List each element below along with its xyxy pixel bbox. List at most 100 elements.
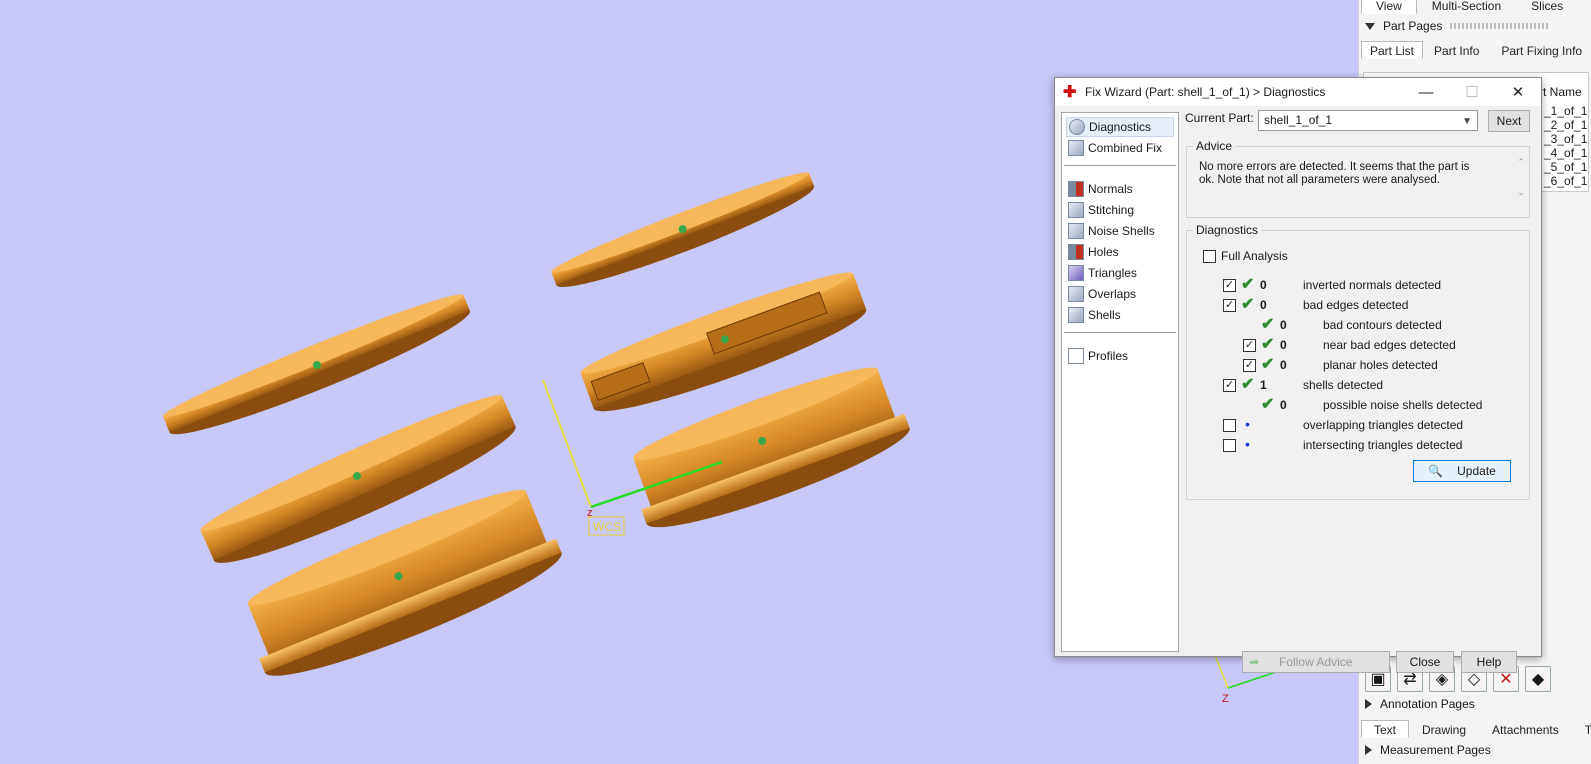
update-button[interactable]: 🔍 Update: [1413, 460, 1511, 482]
part-pages-header[interactable]: Part Pages: [1365, 19, 1551, 33]
magnifier-icon: [1069, 119, 1085, 135]
nav-normals[interactable]: Normals: [1066, 179, 1174, 199]
mini-axis-z-label: Z: [1222, 693, 1229, 705]
part-list-row[interactable]: _3_of_1: [1544, 132, 1587, 146]
scroll-up-icon[interactable]: ⌃: [1515, 157, 1527, 168]
part-list-row[interactable]: _6_of_1: [1544, 174, 1587, 188]
tab-part-fixing-info[interactable]: Part Fixing Info: [1490, 41, 1591, 59]
nav-divider: [1064, 165, 1176, 166]
nav-combined-fix[interactable]: Combined Fix: [1066, 138, 1174, 158]
full-analysis-label: Full Analysis: [1221, 249, 1288, 263]
checkmark-icon: ✔: [1261, 356, 1275, 373]
measurement-pages-header[interactable]: Measurement Pages: [1365, 743, 1491, 757]
nav-profiles[interactable]: Profiles: [1066, 346, 1174, 366]
noise-shells-icon: [1068, 223, 1084, 239]
chevron-down-icon: ▼: [1462, 116, 1472, 127]
part-list-row[interactable]: _4_of_1: [1544, 146, 1587, 160]
tab-tex[interactable]: Tex: [1572, 720, 1591, 738]
scroll-down-icon[interactable]: ⌄: [1515, 187, 1527, 198]
stitching-icon: [1068, 202, 1084, 218]
nav-label: Combined Fix: [1088, 141, 1163, 155]
diagnostics-group: Diagnostics Full Analysis ✓ ✔ 0 inverted…: [1186, 223, 1530, 500]
tab-g[interactable]: G: [1578, 0, 1591, 14]
nav-label: Profiles: [1088, 349, 1129, 363]
profiles-icon: [1068, 348, 1084, 364]
diag-count: 0: [1280, 398, 1287, 412]
tab-drawing[interactable]: Drawing: [1409, 720, 1479, 738]
nav-diagnostics[interactable]: Diagnostics: [1066, 117, 1174, 137]
diag-checkbox-shells[interactable]: ✓: [1223, 379, 1236, 392]
nav-holes[interactable]: Holes: [1066, 242, 1174, 262]
checkmark-icon: ✔: [1241, 276, 1255, 293]
nav-overlaps[interactable]: Overlaps: [1066, 284, 1174, 304]
expand-triangle-icon: [1365, 745, 1372, 755]
minimize-button[interactable]: —: [1403, 78, 1449, 106]
tab-attachments[interactable]: Attachments: [1479, 720, 1572, 738]
tab-view[interactable]: View: [1361, 0, 1417, 14]
nav-stitching[interactable]: Stitching: [1066, 200, 1174, 220]
annotation-pages-header[interactable]: Annotation Pages: [1365, 697, 1475, 711]
diag-checkbox-near-bad-edges[interactable]: ✓: [1243, 339, 1256, 352]
nav-label: Noise Shells: [1088, 224, 1155, 238]
triangles-icon: [1068, 265, 1084, 281]
maximize-button[interactable]: ☐: [1449, 78, 1495, 106]
diag-count: 0: [1260, 298, 1267, 312]
help-button[interactable]: Help: [1461, 651, 1517, 673]
part-list-row[interactable]: _5_of_1: [1544, 160, 1587, 174]
nav-label: Diagnostics: [1089, 120, 1152, 134]
current-part-value: shell_1_of_1: [1264, 113, 1333, 127]
diag-checkbox-bad-edges[interactable]: ✓: [1223, 299, 1236, 312]
tab-slices[interactable]: Slices: [1516, 0, 1578, 14]
close-window-button[interactable]: ✕: [1495, 78, 1541, 106]
color-part-icon[interactable]: ◆: [1525, 666, 1551, 692]
diag-checkbox-intersecting-triangles[interactable]: [1223, 439, 1236, 452]
tab-part-list[interactable]: Part List: [1361, 41, 1424, 59]
tab-multi-section[interactable]: Multi-Section: [1417, 0, 1516, 14]
full-analysis-checkbox[interactable]: [1203, 250, 1216, 263]
magnifier-icon: 🔍: [1428, 464, 1444, 478]
diag-checkbox-overlapping-triangles[interactable]: [1223, 419, 1236, 432]
current-part-dropdown[interactable]: shell_1_of_1 ▼: [1258, 110, 1478, 131]
nav-triangles[interactable]: Triangles: [1066, 263, 1174, 283]
grip-handle-icon[interactable]: [1450, 23, 1551, 29]
view-tabs: View Multi-Section Slices G: [1361, 0, 1591, 14]
follow-advice-button[interactable]: ➡ Follow Advice: [1242, 651, 1390, 673]
collapse-triangle-icon: [1365, 22, 1375, 30]
part-ring-right-top[interactable]: [548, 165, 819, 299]
measurement-pages-label: Measurement Pages: [1380, 743, 1491, 757]
diag-label: bad contours detected: [1323, 318, 1442, 332]
nav-noise-shells[interactable]: Noise Shells: [1066, 221, 1174, 241]
dialog-titlebar[interactable]: ✚ Fix Wizard (Part: shell_1_of_1) > Diag…: [1055, 78, 1541, 106]
overlaps-icon: [1068, 286, 1084, 302]
fix-wizard-dialog: ✚ Fix Wizard (Part: shell_1_of_1) > Diag…: [1054, 77, 1542, 673]
diag-label: near bad edges detected: [1323, 338, 1456, 352]
nav-label: Holes: [1088, 245, 1119, 259]
part-list-row[interactable]: _2_of_1: [1544, 118, 1587, 132]
diag-label: planar holes detected: [1323, 358, 1438, 372]
diag-checkbox-planar-holes[interactable]: ✓: [1243, 359, 1256, 372]
part-pages-label: Part Pages: [1383, 19, 1443, 33]
next-button[interactable]: Next: [1488, 110, 1530, 132]
checkmark-icon: ✔: [1261, 396, 1275, 413]
diag-label: inverted normals detected: [1303, 278, 1442, 292]
part-list-row[interactable]: _1_of_1: [1544, 104, 1587, 118]
tab-text[interactable]: Text: [1361, 720, 1410, 738]
nav-label: Stitching: [1088, 203, 1135, 217]
tab-part-info[interactable]: Part Info: [1423, 41, 1490, 59]
nav-shells[interactable]: Shells: [1066, 305, 1174, 325]
checkmark-icon: ✔: [1241, 296, 1255, 313]
expand-triangle-icon: [1365, 699, 1372, 709]
checkmark-icon: ✔: [1241, 376, 1255, 393]
diag-checkbox-inverted-normals[interactable]: ✓: [1223, 279, 1236, 292]
checkmark-icon: ✔: [1261, 316, 1275, 333]
cube-icon: [1068, 140, 1084, 156]
red-cross-icon: ✚: [1063, 84, 1077, 101]
normals-icon: [1068, 181, 1084, 197]
arrow-right-icon: ➡: [1249, 655, 1260, 669]
part-tabs: Part List Part Info Part Fixing Info: [1361, 41, 1591, 59]
part-name-column-header[interactable]: rt Name: [1539, 85, 1582, 99]
nav-label: Triangles: [1088, 266, 1137, 280]
close-button[interactable]: Close: [1396, 651, 1454, 673]
update-label: Update: [1457, 464, 1496, 478]
pending-dot-icon: •: [1245, 436, 1250, 452]
